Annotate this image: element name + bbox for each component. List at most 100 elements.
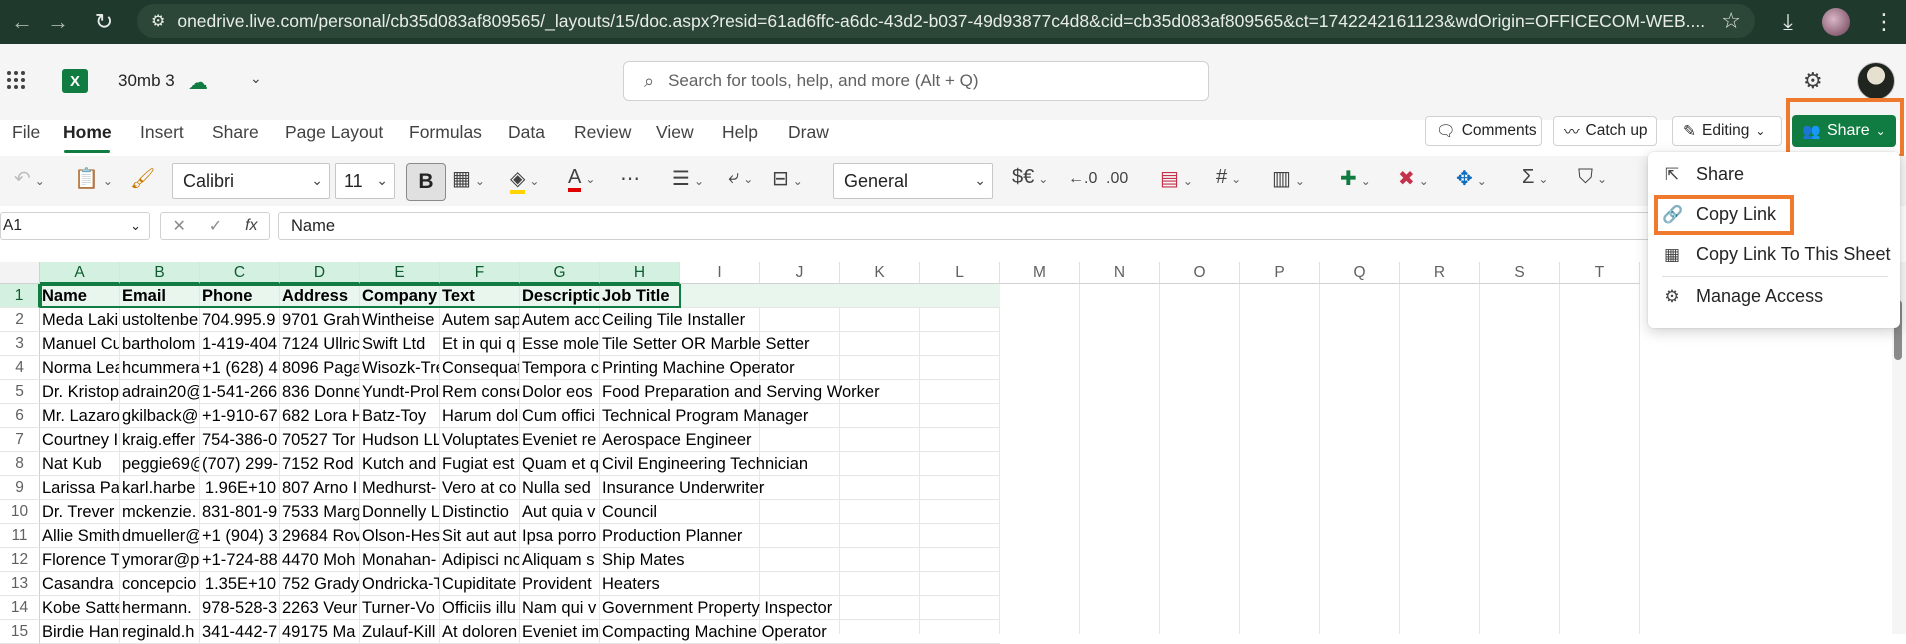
format-cells-icon[interactable]: ✥ ⌄ bbox=[1456, 166, 1487, 191]
table-cell[interactable]: +1 (628) 4 bbox=[200, 356, 280, 380]
table-cell[interactable]: Aerospace Engineer bbox=[600, 428, 1000, 452]
table-cell[interactable]: 4470 Moh bbox=[280, 548, 360, 572]
search-box[interactable]: ⌕ Search for tools, help, and more (Alt … bbox=[623, 61, 1209, 101]
empty-column[interactable] bbox=[1000, 284, 1080, 634]
editing-mode-button[interactable]: ✎ Editing ⌄ bbox=[1672, 116, 1782, 146]
name-box[interactable]: A1 ⌄ bbox=[0, 212, 150, 240]
table-cell[interactable]: Rem conse bbox=[440, 380, 520, 404]
cell-styles-icon[interactable]: ▥ ⌄ bbox=[1272, 166, 1305, 191]
table-cell[interactable]: Esse mole bbox=[520, 332, 600, 356]
table-cell[interactable]: Donnelly L bbox=[360, 500, 440, 524]
table-cell[interactable]: Monahan- bbox=[360, 548, 440, 572]
tab-view[interactable]: View bbox=[656, 122, 694, 143]
empty-column[interactable] bbox=[1080, 284, 1160, 634]
empty-column[interactable] bbox=[1480, 284, 1560, 634]
profile-avatar-browser[interactable] bbox=[1818, 0, 1854, 44]
reload-icon[interactable]: ↻ bbox=[84, 2, 124, 42]
bold-button[interactable]: B bbox=[406, 163, 446, 201]
table-cell[interactable]: Olson-Hes bbox=[360, 524, 440, 548]
table-cell[interactable]: Manuel Cu bbox=[40, 332, 120, 356]
table-cell[interactable]: 752 Grady bbox=[280, 572, 360, 596]
table-cell[interactable]: 831-801-9 bbox=[200, 500, 280, 524]
table-cell[interactable]: Medhurst- bbox=[360, 476, 440, 500]
header-cell[interactable]: Name bbox=[40, 284, 120, 308]
table-cell[interactable]: Ipsa porro bbox=[520, 524, 600, 548]
sort-filter-icon[interactable]: ⛉ ⌄ bbox=[1578, 166, 1607, 189]
table-cell[interactable]: 836 Donne bbox=[280, 380, 360, 404]
table-cell[interactable]: Distinctio bbox=[440, 500, 520, 524]
tab-home[interactable]: Home bbox=[63, 122, 112, 143]
tab-review[interactable]: Review bbox=[574, 122, 631, 143]
table-cell[interactable]: Consequat bbox=[440, 356, 520, 380]
table-cell[interactable]: Et in qui q bbox=[440, 332, 520, 356]
table-cell[interactable]: Swift Ltd bbox=[360, 332, 440, 356]
row-header[interactable]: 3 bbox=[0, 332, 40, 356]
header-cell[interactable]: Descriptio bbox=[520, 284, 600, 308]
table-cell[interactable]: 1-419-404 bbox=[200, 332, 280, 356]
column-header-l[interactable]: L bbox=[920, 262, 1000, 284]
format-as-table-icon[interactable]: # ⌄ bbox=[1216, 166, 1241, 189]
table-cell[interactable]: 7533 Marg bbox=[280, 500, 360, 524]
table-cell[interactable]: Nat Kub bbox=[40, 452, 120, 476]
column-header-n[interactable]: N bbox=[1080, 262, 1160, 284]
column-header-f[interactable]: F bbox=[440, 262, 520, 284]
table-cell[interactable]: 9701 Grah bbox=[280, 308, 360, 332]
header-cell[interactable]: Text bbox=[440, 284, 520, 308]
table-cell[interactable]: Insurance Underwriter bbox=[600, 476, 1000, 500]
tab-help[interactable]: Help bbox=[722, 122, 758, 143]
table-cell[interactable]: Larissa Pa bbox=[40, 476, 120, 500]
header-cell[interactable]: Job Title bbox=[600, 284, 1000, 308]
formula-input[interactable]: Name bbox=[278, 212, 1653, 240]
empty-column[interactable] bbox=[1240, 284, 1320, 634]
number-format-select[interactable]: General ⌄ bbox=[833, 163, 993, 199]
menu-item-manage-access[interactable]: ⚙ Manage Access bbox=[1662, 286, 1823, 307]
table-cell[interactable]: Officiis illu bbox=[440, 596, 520, 620]
column-header-g[interactable]: G bbox=[520, 262, 600, 284]
table-cell[interactable]: 754-386-0 bbox=[200, 428, 280, 452]
fill-color-icon[interactable]: ◈ ⌄ bbox=[510, 166, 539, 194]
empty-column[interactable] bbox=[1400, 284, 1480, 634]
column-header-h[interactable]: H bbox=[600, 262, 680, 284]
table-cell[interactable]: gkilback@ bbox=[120, 404, 200, 428]
more-options-icon[interactable]: ⋯ bbox=[620, 166, 640, 191]
user-avatar[interactable] bbox=[1857, 62, 1895, 100]
document-title[interactable]: 30mb 3 bbox=[118, 71, 175, 91]
column-header-p[interactable]: P bbox=[1240, 262, 1320, 284]
table-cell[interactable]: Civil Engineering Technician bbox=[600, 452, 1000, 476]
table-cell[interactable]: Aliquam s bbox=[520, 548, 600, 572]
column-header-k[interactable]: K bbox=[840, 262, 920, 284]
table-cell[interactable]: 1.35E+10 bbox=[200, 572, 280, 596]
forward-icon[interactable]: → bbox=[38, 2, 78, 42]
table-cell[interactable]: Zulauf-Kill bbox=[360, 620, 440, 644]
download-icon[interactable]: ⤓ bbox=[1770, 0, 1806, 44]
table-cell[interactable]: concepcio bbox=[120, 572, 200, 596]
tab-insert[interactable]: Insert bbox=[140, 122, 184, 143]
table-cell[interactable]: Norma Lea bbox=[40, 356, 120, 380]
table-cell[interactable]: Dolor eos bbox=[520, 380, 600, 404]
table-cell[interactable]: Food Preparation and Serving Worker bbox=[600, 380, 1000, 404]
table-cell[interactable]: 2263 Veur bbox=[280, 596, 360, 620]
header-cell[interactable]: Address bbox=[280, 284, 360, 308]
column-header-e[interactable]: E bbox=[360, 262, 440, 284]
row-header[interactable]: 13 bbox=[0, 572, 40, 596]
format-painter-icon[interactable]: 🖌 bbox=[130, 166, 155, 191]
table-cell[interactable]: Eveniet re bbox=[520, 428, 600, 452]
comments-button[interactable]: 🗨 Comments bbox=[1425, 116, 1542, 146]
table-cell[interactable]: +1 (904) 3 bbox=[200, 524, 280, 548]
table-cell[interactable]: +1-910-67 bbox=[200, 404, 280, 428]
catch-up-button[interactable]: 〰 Catch up bbox=[1553, 116, 1657, 146]
table-cell[interactable]: Ship Mates bbox=[600, 548, 1000, 572]
row-header[interactable]: 5 bbox=[0, 380, 40, 404]
table-cell[interactable]: peggie69@ bbox=[120, 452, 200, 476]
table-cell[interactable]: Cum offici bbox=[520, 404, 600, 428]
wrap-text-icon[interactable]: ⤶ ⌄ bbox=[728, 166, 753, 189]
tab-page-layout[interactable]: Page Layout bbox=[285, 122, 383, 143]
table-cell[interactable]: Sit aut aut bbox=[440, 524, 520, 548]
column-header-a[interactable]: A bbox=[40, 262, 120, 284]
table-cell[interactable]: 682 Lora H bbox=[280, 404, 360, 428]
table-cell[interactable]: Cupiditate bbox=[440, 572, 520, 596]
row-header[interactable]: 9 bbox=[0, 476, 40, 500]
select-all-corner[interactable] bbox=[0, 262, 40, 284]
merge-cells-icon[interactable]: ⊟ ⌄ bbox=[772, 166, 803, 191]
delete-cells-icon[interactable]: ✖ ⌄ bbox=[1398, 166, 1429, 191]
